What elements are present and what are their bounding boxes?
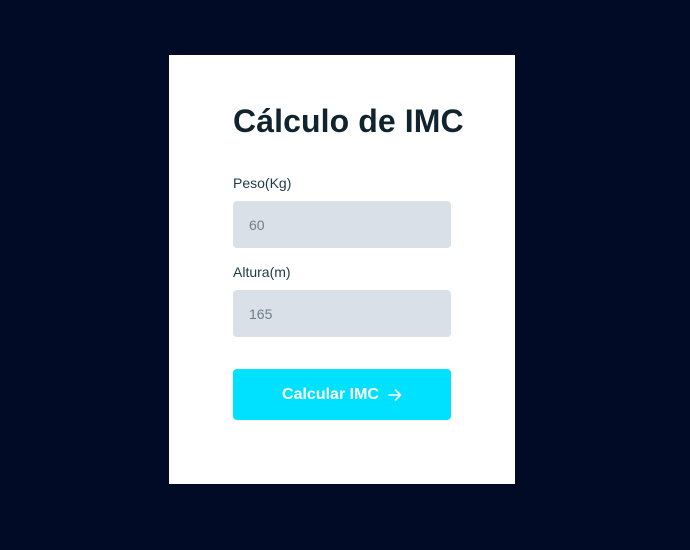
peso-input[interactable] (233, 201, 451, 248)
imc-card: Cálculo de IMC Peso(Kg) Altura(m) Calcul… (169, 55, 515, 484)
calcular-imc-label: Calcular IMC (282, 385, 379, 403)
altura-input[interactable] (233, 290, 451, 337)
arrow-right-icon (388, 388, 402, 401)
peso-label: Peso(Kg) (233, 175, 292, 191)
calcular-imc-button[interactable]: Calcular IMC (233, 369, 451, 420)
page-title: Cálculo de IMC (233, 103, 464, 139)
altura-label: Altura(m) (233, 264, 291, 280)
